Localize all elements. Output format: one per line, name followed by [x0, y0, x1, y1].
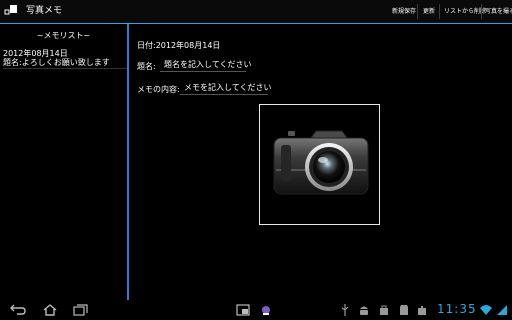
menu-take-photo[interactable]: 写真を撮る	[485, 7, 512, 16]
menu-delete-from-list[interactable]: リストから削除	[444, 7, 486, 16]
menu-divider	[481, 4, 482, 19]
memo-label: メモの内容:	[137, 85, 180, 94]
android-icon	[360, 306, 368, 315]
photo-frame[interactable]	[259, 104, 380, 225]
list-item[interactable]: 2012年08月14日 題名:よろしくお願い致します	[3, 49, 127, 69]
menu-new-save[interactable]: 新規保存	[392, 7, 416, 16]
camera-icon	[273, 130, 369, 195]
memo-input-placeholder: メモを記入してください	[184, 83, 272, 92]
date-label: 日付:2012年08月14日	[137, 41, 221, 50]
app-shortcut-icon[interactable]	[260, 303, 272, 317]
memo-input[interactable]: メモを記入してください	[180, 80, 272, 95]
list-item-title: 題名:よろしくお願い致します	[3, 58, 110, 67]
home-icon[interactable]	[40, 303, 60, 317]
menu-divider	[439, 4, 440, 19]
sd-card-icon	[400, 305, 408, 315]
app-title: 写真メモ	[26, 6, 63, 16]
recent-apps-icon[interactable]	[70, 303, 90, 317]
title-input-placeholder: 題名を記入してください	[164, 60, 252, 69]
list-item-separator	[3, 68, 127, 69]
system-nav-bar: 11:35	[0, 300, 512, 320]
title-label: 題名:	[137, 62, 156, 71]
action-bar: 写真メモ 新規保存 更新 リストから削除 写真を撮る	[0, 0, 512, 23]
back-icon[interactable]	[8, 303, 28, 317]
briefcase-icon	[418, 306, 426, 315]
battery-icon	[497, 305, 507, 315]
menu-divider	[417, 4, 418, 19]
bag-icon	[380, 305, 388, 315]
usb-icon	[341, 304, 349, 316]
title-input[interactable]: 題名を記入してください	[160, 57, 252, 72]
action-bar-underline	[0, 23, 512, 24]
memo-list-title: ~メモリスト~	[36, 31, 91, 40]
clock: 11:35	[437, 302, 477, 316]
menu-update[interactable]: 更新	[423, 7, 435, 16]
wifi-icon	[480, 305, 492, 315]
pane-divider	[127, 24, 129, 300]
app-logo-icon	[4, 5, 17, 15]
screenshot-icon[interactable]	[236, 303, 250, 317]
